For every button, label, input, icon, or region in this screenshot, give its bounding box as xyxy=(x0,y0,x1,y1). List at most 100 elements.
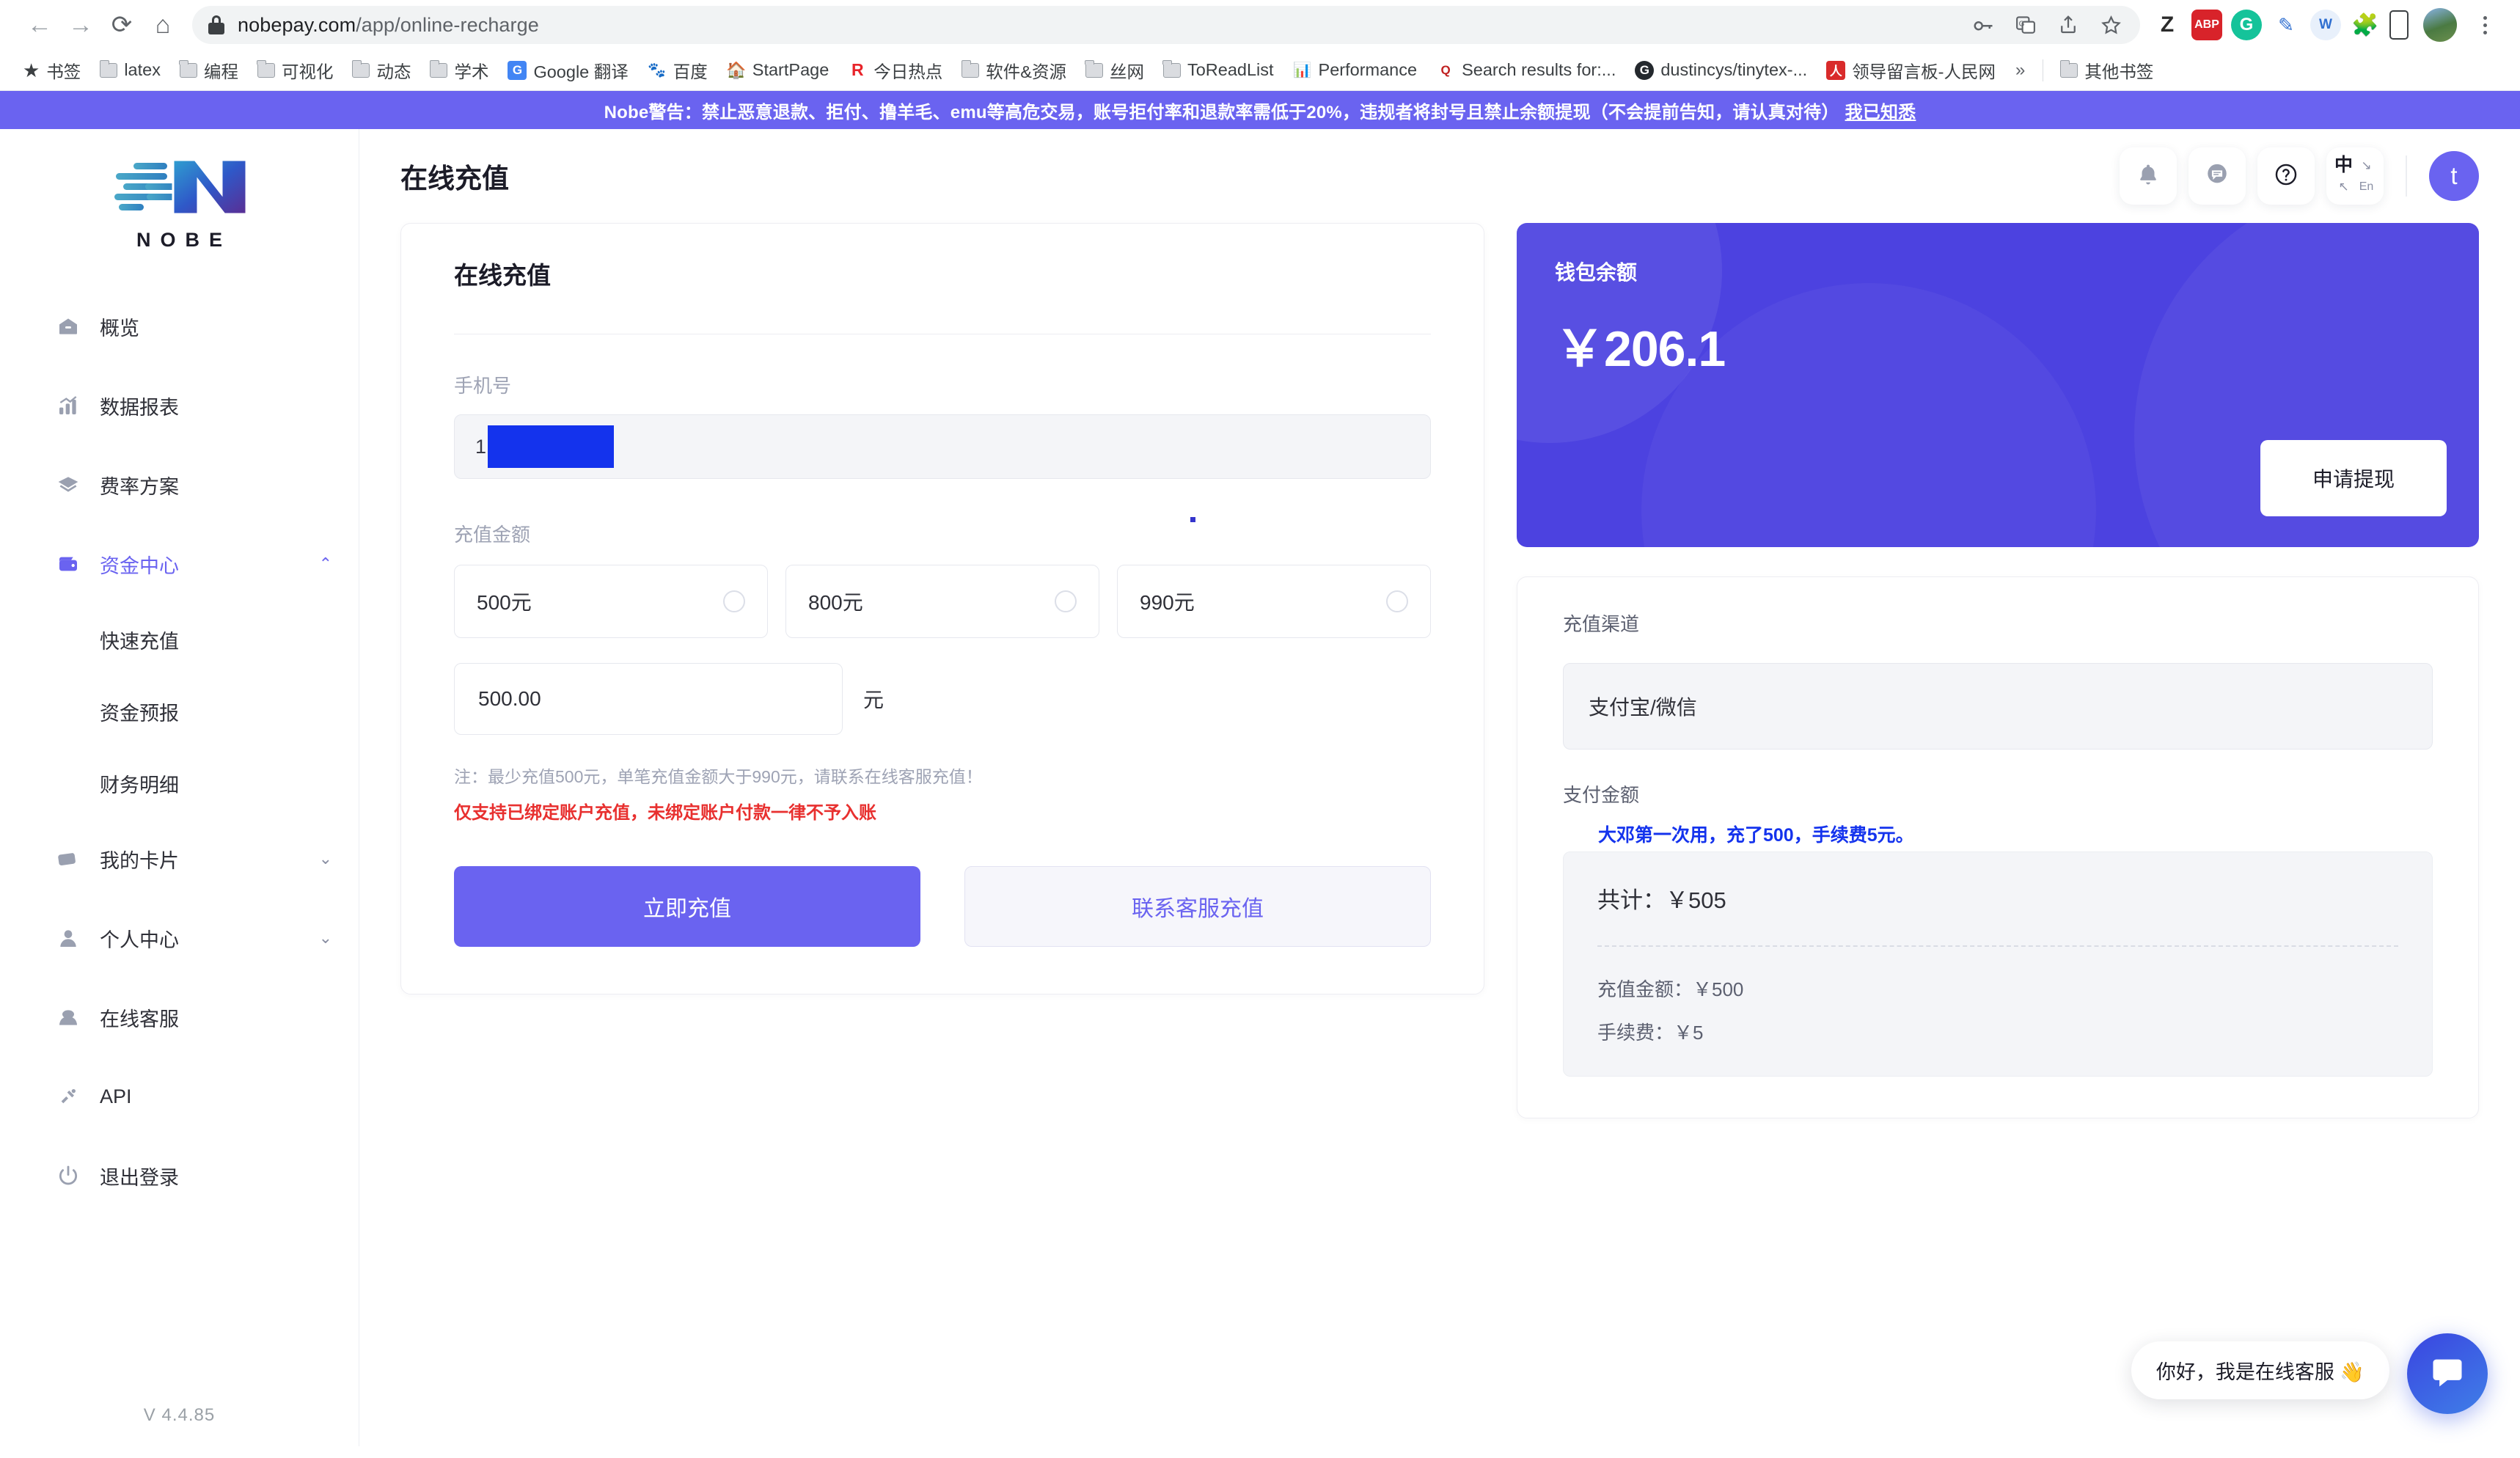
amount-option-800[interactable]: 800元 xyxy=(785,565,1099,638)
phone-input[interactable]: 1 xyxy=(454,414,1431,479)
markdown-extension-icon[interactable]: ✎ xyxy=(2271,10,2301,40)
chat-launcher-button[interactable] xyxy=(2407,1333,2488,1414)
omnibox-actions: G xyxy=(1964,6,2130,44)
chrome-menu-icon[interactable] xyxy=(2469,6,2501,44)
bookmark-item[interactable]: Gdustincys/tinytex-... xyxy=(1625,54,1817,87)
form-buttons: 立即充值 联系客服充值 xyxy=(454,866,1431,947)
chat-greeting-bubble[interactable]: 你好，我是在线客服 👋 xyxy=(2131,1341,2389,1399)
sidebar-subitem-quick-recharge[interactable]: 快速充值 xyxy=(0,604,359,675)
reload-button[interactable]: ⟳ xyxy=(101,4,142,45)
help-button[interactable] xyxy=(2257,147,2315,205)
bookmark-item[interactable]: 软件&资源 xyxy=(952,54,1076,87)
pay-amount-label: 支付金额 xyxy=(1563,784,1640,806)
amount-unit-label: 元 xyxy=(863,689,884,711)
notifications-button[interactable] xyxy=(2120,147,2177,205)
quantsy-icon: Q xyxy=(1436,60,1456,80)
github-icon: G xyxy=(1635,60,1655,80)
brand-logo[interactable]: NOBE xyxy=(0,129,359,274)
left-column: 在线充值 手机号 1 充值金额 500元 800元 990元 500.00 元 … xyxy=(400,223,1484,1446)
sidebar-item-online-service[interactable]: 在线客服 xyxy=(0,978,359,1057)
url-text: nobepay.com/app/online-recharge xyxy=(238,13,539,36)
bookmark-item[interactable]: G Google 翻译 xyxy=(498,54,637,87)
sidebar-item-rate-plan[interactable]: 费率方案 xyxy=(0,445,359,524)
chrome-profile-avatar[interactable] xyxy=(2423,8,2457,42)
home-button[interactable]: ⌂ xyxy=(142,4,183,45)
recharge-now-button[interactable]: 立即充值 xyxy=(454,866,920,947)
bookmark-item[interactable]: 🏠 StartPage xyxy=(717,54,839,87)
amount-option-500[interactable]: 500元 xyxy=(454,565,768,638)
headset-icon xyxy=(56,1005,81,1030)
amount-options: 500元 800元 990元 xyxy=(454,565,1431,638)
brand-wordmark: NOBE xyxy=(136,229,232,251)
sidebar-item-funds-center[interactable]: 资金中心 ⌃ xyxy=(0,524,359,604)
bookmark-item[interactable]: 学术 xyxy=(420,54,498,87)
radio-icon[interactable] xyxy=(1386,590,1408,612)
sidebar-item-api[interactable]: API xyxy=(0,1057,359,1136)
withdraw-request-button[interactable]: 申请提现 xyxy=(2260,440,2447,516)
sidebar-subitem-label: 财务明细 xyxy=(100,774,179,796)
plug-icon xyxy=(56,1084,81,1109)
share-icon[interactable] xyxy=(2049,6,2087,44)
amount-field-label: 充值金额 xyxy=(454,517,1431,547)
mobile-device-icon[interactable] xyxy=(2389,10,2409,40)
sidebar-subitem-financial-details[interactable]: 财务明细 xyxy=(0,747,359,819)
bookmark-item[interactable]: 人领导留言板-人民网 xyxy=(1817,54,2005,87)
sidebar-item-overview[interactable]: 概览 xyxy=(0,287,359,366)
language-current-label: 中 xyxy=(2334,155,2353,175)
avatar[interactable]: t xyxy=(2429,151,2479,201)
radio-icon[interactable] xyxy=(723,590,745,612)
other-bookmarks-button[interactable]: 其他书签 xyxy=(2051,54,2163,87)
messages-button[interactable] xyxy=(2188,147,2246,205)
bookmark-item[interactable]: Q Search results for:... xyxy=(1426,54,1625,87)
power-icon xyxy=(56,1163,81,1188)
translate-icon[interactable]: G xyxy=(2007,6,2045,44)
grammarly-extension-icon[interactable]: G xyxy=(2231,10,2262,40)
sidebar-item-logout[interactable]: 退出登录 xyxy=(0,1136,359,1215)
forward-button[interactable]: → xyxy=(60,4,101,45)
bookmark-item[interactable]: 可视化 xyxy=(248,54,343,87)
bookmark-item[interactable]: R 今日热点 xyxy=(838,54,952,87)
bookmark-item[interactable]: 📊 Performance xyxy=(1283,54,1427,87)
right-column: 钱包余额 ￥206.1 申请提现 充值渠道 支付宝/微信 支付金额 大邓第一次用… xyxy=(1517,223,2479,1446)
sidebar-item-reports[interactable]: 数据报表 xyxy=(0,366,359,445)
weibo-extension-icon[interactable]: W xyxy=(2310,10,2341,40)
bookmark-item[interactable]: ★ 书签 xyxy=(13,54,90,87)
bookmark-item[interactable]: ToReadList xyxy=(1154,54,1283,87)
amount-option-990[interactable]: 990元 xyxy=(1117,565,1431,638)
adblock-extension-icon[interactable]: ABP xyxy=(2191,10,2222,40)
bookmark-star-icon[interactable] xyxy=(2092,6,2130,44)
sidebar-item-label: 在线客服 xyxy=(100,1008,179,1030)
chevron-down-icon: ⌄ xyxy=(318,928,332,947)
wallet-icon xyxy=(56,552,81,576)
bookmark-item[interactable]: 动态 xyxy=(343,54,420,87)
contact-support-recharge-button[interactable]: 联系客服充值 xyxy=(964,866,1431,947)
summary-total: 共计：￥505 xyxy=(1597,887,1726,913)
zotero-extension-icon[interactable]: Z xyxy=(2152,10,2183,40)
summary-fee: 手续费：￥5 xyxy=(1597,1022,1704,1044)
nobe-logo-icon xyxy=(103,155,257,223)
channel-select[interactable]: 支付宝/微信 xyxy=(1563,663,2433,750)
back-button[interactable]: ← xyxy=(19,4,60,45)
sidebar-item-personal-center[interactable]: 个人中心 ⌄ xyxy=(0,898,359,978)
bookmark-item[interactable]: 丝网 xyxy=(1076,54,1154,87)
address-bar[interactable]: nobepay.com/app/online-recharge G xyxy=(192,6,2140,44)
sidebar-subitem-fund-forecast[interactable]: 资金预报 xyxy=(0,675,359,747)
folder-icon xyxy=(1162,59,1181,78)
language-switcher[interactable]: 中 ↘ ↖ En xyxy=(2326,147,2384,205)
form-warning-note: 仅支持已绑定账户充值，未绑定账户付款一律不予入账 xyxy=(454,803,876,823)
extensions-puzzle-icon[interactable]: 🧩 xyxy=(2350,10,2381,40)
bookmarks-overflow-button[interactable]: » xyxy=(2005,60,2035,81)
sidebar-item-my-cards[interactable]: 我的卡片 ⌄ xyxy=(0,819,359,898)
amount-option-label: 800元 xyxy=(808,591,863,614)
bookmark-item[interactable]: latex xyxy=(90,54,170,87)
custom-amount-input[interactable]: 500.00 xyxy=(454,663,843,735)
summary-divider xyxy=(1597,945,2398,947)
radio-icon[interactable] xyxy=(1055,590,1077,612)
bookmark-item[interactable]: 🐾 百度 xyxy=(638,54,717,87)
bookmark-item[interactable]: 编程 xyxy=(170,54,248,87)
acknowledge-link[interactable]: 我已知悉 xyxy=(1845,98,1916,123)
lock-icon xyxy=(208,15,224,34)
password-key-icon[interactable] xyxy=(1964,6,2002,44)
folder-icon xyxy=(179,59,197,78)
header-divider xyxy=(2406,155,2407,197)
